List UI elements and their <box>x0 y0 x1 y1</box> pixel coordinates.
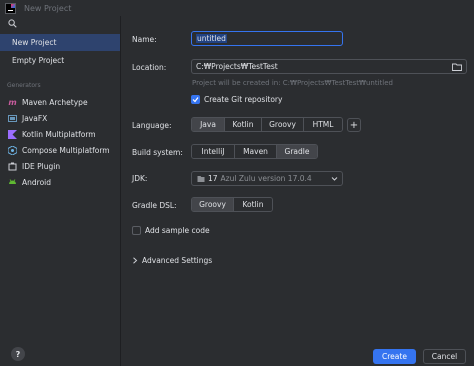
jdk-version-number: 17 <box>208 174 218 183</box>
location-input[interactable]: C:₩Projects₩TestTest <box>191 59 467 74</box>
sample-code-checkbox-row[interactable]: Add sample code <box>132 226 210 235</box>
language-option-groovy[interactable]: Groovy <box>262 118 304 131</box>
create-button[interactable]: Create <box>373 349 416 364</box>
language-option-java[interactable]: Java <box>192 118 225 131</box>
sidebar-item-label: Kotlin Multiplatform <box>22 129 96 139</box>
sidebar-item-empty-project[interactable]: Empty Project <box>0 52 120 69</box>
sidebar-item-label: Empty Project <box>12 56 65 65</box>
build-option-gradle[interactable]: Gradle <box>277 145 317 158</box>
dsl-option-groovy[interactable]: Groovy <box>192 198 234 211</box>
project-settings-form: Name: untitled Location: C:₩Projects₩Tes… <box>122 16 474 366</box>
chevron-down-icon <box>331 177 338 181</box>
git-checkbox-label: Create Git repository <box>204 95 283 104</box>
android-icon <box>8 178 17 187</box>
kotlin-icon <box>8 129 17 139</box>
compose-icon <box>8 145 17 155</box>
sidebar-item-label: Compose Multiplatform <box>22 145 110 155</box>
window-title: New Project <box>24 3 72 13</box>
sidebar-item-label: Maven Archetype <box>22 97 88 107</box>
sidebar: New Project Empty Project Generators m M… <box>0 16 121 366</box>
build-system-selector: IntelliJ Maven Gradle <box>191 144 318 159</box>
build-option-intellij[interactable]: IntelliJ <box>192 145 235 158</box>
title-bar: New Project <box>0 0 474 16</box>
folder-icon <box>197 175 205 182</box>
sidebar-item-label: IDE Plugin <box>22 161 61 171</box>
dsl-option-kotlin[interactable]: Kotlin <box>234 198 272 211</box>
build-system-label: Build system: <box>132 148 183 157</box>
language-selector: Java Kotlin Groovy HTML <box>191 117 343 132</box>
sidebar-item-javafx[interactable]: JavaFX <box>0 110 120 126</box>
maven-icon: m <box>8 97 17 107</box>
name-value: untitled <box>196 34 227 43</box>
javafx-icon <box>8 114 17 123</box>
sample-code-label: Add sample code <box>145 226 210 235</box>
chevron-right-icon <box>133 257 138 264</box>
intellij-logo-icon <box>5 2 16 14</box>
sidebar-item-label: JavaFX <box>22 113 48 123</box>
sidebar-item-label: New Project <box>12 38 57 47</box>
help-button[interactable]: ? <box>11 347 25 361</box>
sidebar-item-new-project[interactable]: New Project <box>0 34 120 51</box>
sample-code-checkbox[interactable] <box>132 226 141 235</box>
name-label: Name: <box>132 35 157 44</box>
gradle-dsl-label: Gradle DSL: <box>132 201 177 210</box>
advanced-settings-toggle[interactable]: Advanced Settings <box>132 256 212 265</box>
location-value: C:₩Projects₩TestTest <box>196 62 278 71</box>
advanced-settings-label: Advanced Settings <box>142 256 213 265</box>
gradle-dsl-selector: Groovy Kotlin <box>191 197 273 212</box>
folder-icon[interactable] <box>452 63 462 71</box>
jdk-version-description: Azul Zulu version 17.0.4 <box>220 174 312 183</box>
cancel-button[interactable]: Cancel <box>423 349 466 364</box>
language-option-kotlin[interactable]: Kotlin <box>225 118 262 131</box>
jdk-dropdown[interactable]: 17 Azul Zulu version 17.0.4 <box>191 171 343 186</box>
sidebar-item-kotlin-multiplatform[interactable]: Kotlin Multiplatform <box>0 126 120 142</box>
sidebar-item-maven-archetype[interactable]: m Maven Archetype <box>0 94 120 110</box>
build-option-maven[interactable]: Maven <box>235 145 277 158</box>
name-input[interactable]: untitled <box>191 31 343 46</box>
sidebar-item-ide-plugin[interactable]: IDE Plugin <box>0 158 120 174</box>
git-checkbox-row[interactable]: Create Git repository <box>191 95 282 104</box>
jdk-label: JDK: <box>132 174 148 183</box>
location-label: Location: <box>132 63 167 72</box>
git-checkbox[interactable] <box>191 95 200 104</box>
language-option-html[interactable]: HTML <box>304 118 342 131</box>
location-hint: Project will be created in: C:₩Projects₩… <box>192 79 393 87</box>
plugin-icon <box>8 162 17 171</box>
sidebar-item-android[interactable]: Android <box>0 174 120 190</box>
search-icon[interactable] <box>8 19 17 28</box>
add-language-button[interactable]: + <box>347 118 361 132</box>
language-label: Language: <box>132 121 172 130</box>
generators-header: Generators <box>7 82 41 89</box>
sidebar-item-compose-multiplatform[interactable]: Compose Multiplatform <box>0 142 120 158</box>
sidebar-item-label: Android <box>22 177 51 187</box>
